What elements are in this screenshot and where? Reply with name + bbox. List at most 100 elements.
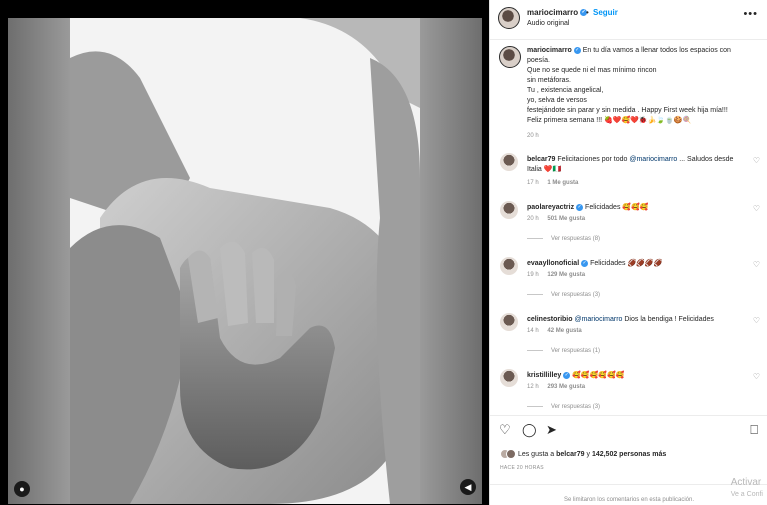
more-options-icon[interactable]: ••• (743, 8, 758, 20)
comment-like-heart-icon[interactable]: ♡ (753, 372, 760, 381)
likes-user[interactable]: belcar79 (556, 451, 584, 458)
user-tag-icon[interactable]: ● (14, 481, 30, 497)
likes-count[interactable]: 142,502 personas más (592, 451, 666, 458)
comment-avatar[interactable] (500, 369, 518, 387)
comment-body: Felicitaciones por todo (557, 156, 628, 163)
caption-line: sin metáforas. (527, 77, 571, 84)
caption-line: Feliz primera semana !!! 🍓❤️🥰❤️🐞🍌🍃🍵🍪🍭 (527, 117, 692, 124)
author-avatar[interactable] (498, 7, 520, 29)
comment-avatar[interactable] (500, 153, 518, 171)
photo-shadow-left (8, 18, 70, 504)
comment-meta: 14 h 42 Me gusta (527, 328, 589, 334)
comment-likes[interactable]: 293 Me gusta (547, 384, 585, 390)
caption-avatar[interactable] (499, 46, 521, 68)
follow-button[interactable]: Seguir (593, 8, 618, 17)
replies-dash (527, 405, 543, 407)
comment-text: kristillilley ✓ 🥰🥰🥰🥰🥰🥰 (527, 371, 747, 381)
author-username-text[interactable]: mariocimarro (527, 8, 578, 17)
replies-dash (527, 237, 543, 239)
comment-text: celinestoribio @mariocimarro Dios la ben… (527, 315, 747, 325)
liker-avatar (506, 449, 516, 459)
post-date[interactable]: HACE 20 HORAS (500, 465, 544, 471)
likes-middle: y (586, 450, 590, 458)
comment-mention[interactable]: @mariocimarro (629, 156, 677, 163)
comment-body: Felicidades 🥰🥰🥰 (585, 204, 649, 211)
comment-time[interactable]: 12 h (527, 384, 539, 390)
comment-time[interactable]: 20 h (527, 216, 539, 222)
likes-prefix: Les gusta a (517, 450, 555, 458)
comment-avatar[interactable] (500, 313, 518, 331)
comment-likes[interactable]: 42 Me gusta (547, 328, 581, 334)
comment-icon[interactable]: ◯ (522, 422, 537, 438)
author-username[interactable]: mariocimarro ✓ (527, 8, 588, 17)
comment-text: evaayllonoficial ✓ Felicidades 🏈🏈🏈🏈 (527, 259, 747, 269)
comment-username[interactable]: belcar79 (527, 156, 555, 163)
comment-username[interactable]: evaayllonoficial (527, 260, 579, 267)
caption-line: yo, selva de versos (527, 97, 587, 104)
view-replies-label[interactable]: Ver respuestas (8) (551, 236, 600, 242)
view-replies-button[interactable]: Ver respuestas (1) (527, 348, 600, 354)
comment-mention[interactable]: @mariocimarro (574, 316, 622, 323)
watermark-line2: Ve a Confi (730, 491, 763, 498)
replies-dash (527, 293, 543, 295)
comment-like-heart-icon[interactable]: ♡ (753, 204, 760, 213)
view-replies-button[interactable]: Ver respuestas (3) (527, 292, 600, 298)
post-header: mariocimarro ✓ • Seguir Audio original ••… (490, 0, 767, 40)
mute-icon[interactable]: ◀ (460, 479, 476, 495)
comment-likes[interactable]: 1 Me gusta (547, 180, 578, 186)
likes-summary[interactable]: Les gusta a belcar79 y 142,502 personas … (500, 449, 666, 459)
media-pane: ● ◀ (0, 10, 489, 505)
caption-timestamp[interactable]: 20 h (527, 133, 539, 139)
heart-icon[interactable]: ♡ (499, 422, 511, 438)
watermark-line1: Activar (730, 477, 762, 488)
comment-time[interactable]: 19 h (527, 272, 539, 278)
caption-username[interactable]: mariocimarro (527, 47, 572, 54)
hands-illustration (70, 18, 420, 504)
view-replies-label[interactable]: Ver respuestas (3) (551, 404, 600, 410)
post-actions: ♡ ◯ ➤ ⎕ Les gusta a belcar79 y 142,502 p… (490, 415, 767, 505)
share-icon[interactable]: ➤ (546, 422, 557, 438)
comment-like-heart-icon[interactable]: ♡ (753, 260, 760, 269)
comment-avatar[interactable] (500, 201, 518, 219)
verified-badge-icon: ✓ (563, 371, 571, 379)
comment-like-heart-icon[interactable]: ♡ (753, 316, 760, 325)
replies-dash (527, 349, 543, 351)
comment-text: paolareyactriz ✓ Felicidades 🥰🥰🥰 (527, 203, 747, 213)
comment-likes[interactable]: 129 Me gusta (547, 272, 585, 278)
verified-badge-icon: ✓ (581, 259, 589, 267)
comment-text: belcar79 Felicitaciones por todo @marioc… (527, 155, 747, 175)
comment-avatar[interactable] (500, 257, 518, 275)
view-replies-button[interactable]: Ver respuestas (3) (527, 404, 600, 410)
comment-body: Felicidades 🏈🏈🏈🏈 (590, 260, 663, 267)
comment-meta: 19 h 129 Me gusta (527, 272, 592, 278)
comment-body: 🥰🥰🥰🥰🥰🥰 (572, 372, 625, 379)
comment-meta: 17 h 1 Me gusta (527, 180, 585, 186)
post-photo[interactable]: ● ◀ (8, 18, 482, 504)
view-replies-label[interactable]: Ver respuestas (1) (551, 348, 600, 354)
photo-hands (70, 18, 420, 504)
separator-dot: • (586, 8, 589, 17)
verified-badge-icon: ✓ (576, 203, 584, 211)
instagram-post-screenshot: ● ◀ mariocimarro ✓ • Seguir Audio origina… (0, 0, 767, 505)
view-replies-button[interactable]: Ver respuestas (8) (527, 236, 600, 242)
audio-label[interactable]: Audio original (527, 20, 569, 27)
comment-likes[interactable]: 501 Me gusta (547, 216, 585, 222)
view-replies-label[interactable]: Ver respuestas (3) (551, 292, 600, 298)
comment-meta: 20 h 501 Me gusta (527, 216, 592, 222)
comment-body-cont: Dios la bendiga ! Felicidades (624, 316, 714, 323)
comment-username[interactable]: paolareyactriz (527, 204, 574, 211)
photo-shadow-right (420, 18, 482, 504)
comments-limited-note: Se limitaron los comentarios en esta pub… (490, 484, 767, 505)
comment-like-heart-icon[interactable]: ♡ (753, 156, 760, 165)
caption-line: Tu , existencia angelical, (527, 87, 604, 94)
windows-activation-watermark: Activar Ve a Confi (731, 477, 763, 501)
comment-username[interactable]: kristillilley (527, 372, 561, 379)
comments-panel[interactable]: mariocimarro ✓ En tu día vamos a llenar t… (490, 41, 767, 415)
comment-time[interactable]: 17 h (527, 180, 539, 186)
caption-text: mariocimarro ✓ En tu día vamos a llenar t… (527, 46, 755, 126)
comment-time[interactable]: 14 h (527, 328, 539, 334)
comment-username[interactable]: celinestoribio (527, 316, 573, 323)
bookmark-icon[interactable]: ⎕ (750, 422, 758, 438)
caption-line: festejándote sin parar y sin medida . Ha… (527, 107, 728, 114)
comment-meta: 12 h 293 Me gusta (527, 384, 592, 390)
